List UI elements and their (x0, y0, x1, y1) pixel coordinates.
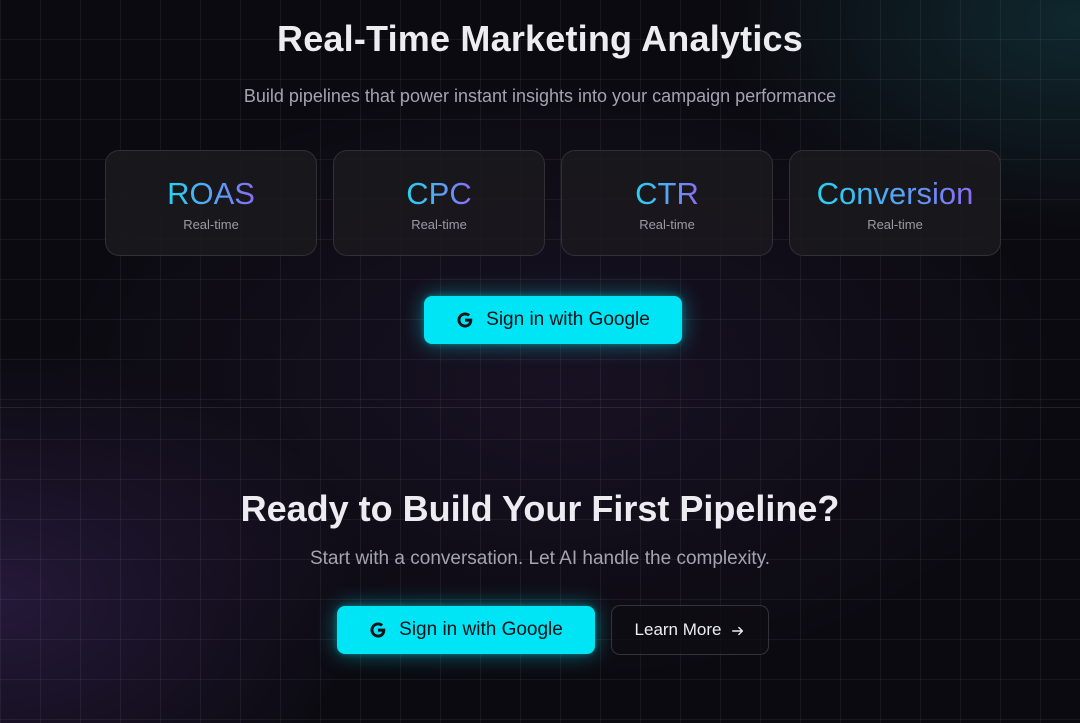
metric-cards: ROAS Real-time CPC Real-time CTR Real-ti… (105, 150, 1001, 256)
arrow-right-icon (731, 623, 745, 637)
metric-label: Real-time (411, 217, 467, 232)
signin-label: Sign in with Google (399, 619, 563, 640)
cta-title: Ready to Build Your First Pipeline? (240, 488, 840, 529)
learn-more-button[interactable]: Learn More (611, 605, 769, 655)
metric-value: CTR (635, 176, 699, 211)
metric-card-roas: ROAS Real-time (105, 150, 317, 256)
metric-label: Real-time (183, 217, 239, 232)
metric-value: ROAS (167, 176, 255, 211)
metric-card-ctr: CTR Real-time (561, 150, 773, 256)
metric-value: Conversion (816, 176, 974, 211)
google-g-icon (369, 621, 387, 639)
google-g-icon (456, 311, 474, 329)
metric-card-cpc: CPC Real-time (333, 150, 545, 256)
cta-subtitle: Start with a conversation. Let AI handle… (309, 548, 771, 569)
signin-label: Sign in with Google (486, 309, 650, 330)
hero-title: Real-Time Marketing Analytics (277, 18, 803, 59)
metric-value: CPC (406, 176, 472, 211)
hero-google-signin-button[interactable]: Sign in with Google (424, 296, 682, 344)
metric-label: Real-time (867, 217, 923, 232)
metric-card-conversion: Conversion Real-time (789, 150, 1001, 256)
section-divider (0, 407, 1080, 408)
hero-subtitle: Build pipelines that power instant insig… (243, 86, 837, 106)
cta-google-signin-button[interactable]: Sign in with Google (337, 606, 595, 654)
learn-more-label: Learn More (634, 620, 722, 639)
metric-label: Real-time (639, 217, 695, 232)
